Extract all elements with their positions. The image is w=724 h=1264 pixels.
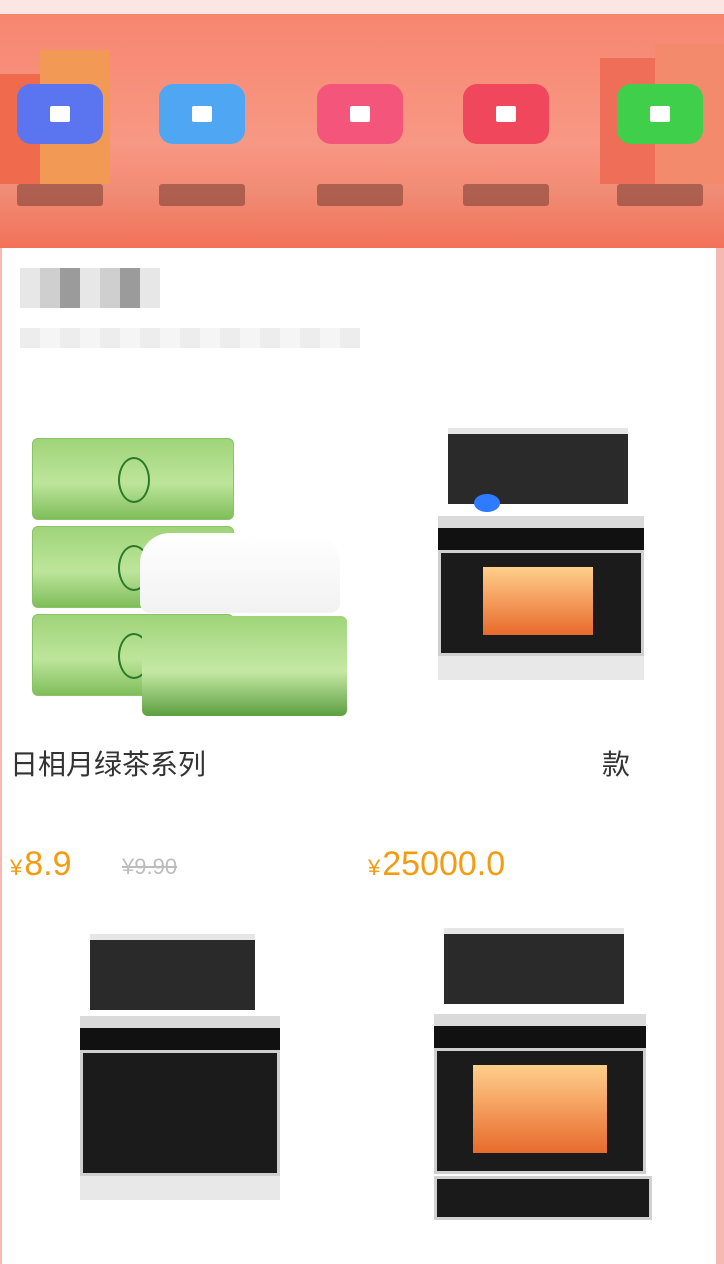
category-icon: [617, 84, 703, 144]
category-item-5[interactable]: [600, 84, 720, 234]
category-icon: [17, 84, 103, 144]
category-icon: [159, 84, 245, 144]
product-panel: 日相月绿茶系列 ¥8.9 ¥9.90 款 ¥25000.0: [2, 248, 716, 1264]
price-currency: ¥: [368, 855, 381, 880]
category-label: [159, 184, 245, 206]
top-strip: [0, 0, 724, 14]
category-item-1[interactable]: [0, 84, 120, 234]
category-banner: [0, 14, 724, 248]
price-value: 8.9: [24, 845, 72, 883]
price-currency: ¥: [10, 855, 23, 880]
category-label: [317, 184, 403, 206]
category-label: [17, 184, 103, 206]
category-label: [463, 184, 549, 206]
category-label: [617, 184, 703, 206]
product-image: [32, 398, 352, 718]
price-value: 25000.0: [382, 845, 506, 883]
original-price: ¥9.90: [122, 854, 178, 879]
product-title: 款: [601, 749, 630, 780]
product-image: [434, 928, 652, 1228]
product-price: ¥25000.0: [368, 846, 505, 886]
product-card[interactable]: 款 ¥25000.0: [362, 248, 716, 888]
category-item-4[interactable]: [446, 84, 566, 234]
product-image: [80, 934, 280, 1224]
category-icon: [463, 84, 549, 144]
product-image: [438, 428, 644, 698]
product-card[interactable]: [362, 908, 716, 1264]
category-item-2[interactable]: [142, 84, 262, 234]
product-price: ¥8.9: [10, 846, 72, 886]
category-icon: [317, 84, 403, 144]
category-item-3[interactable]: [300, 84, 420, 234]
product-card[interactable]: [2, 908, 362, 1264]
